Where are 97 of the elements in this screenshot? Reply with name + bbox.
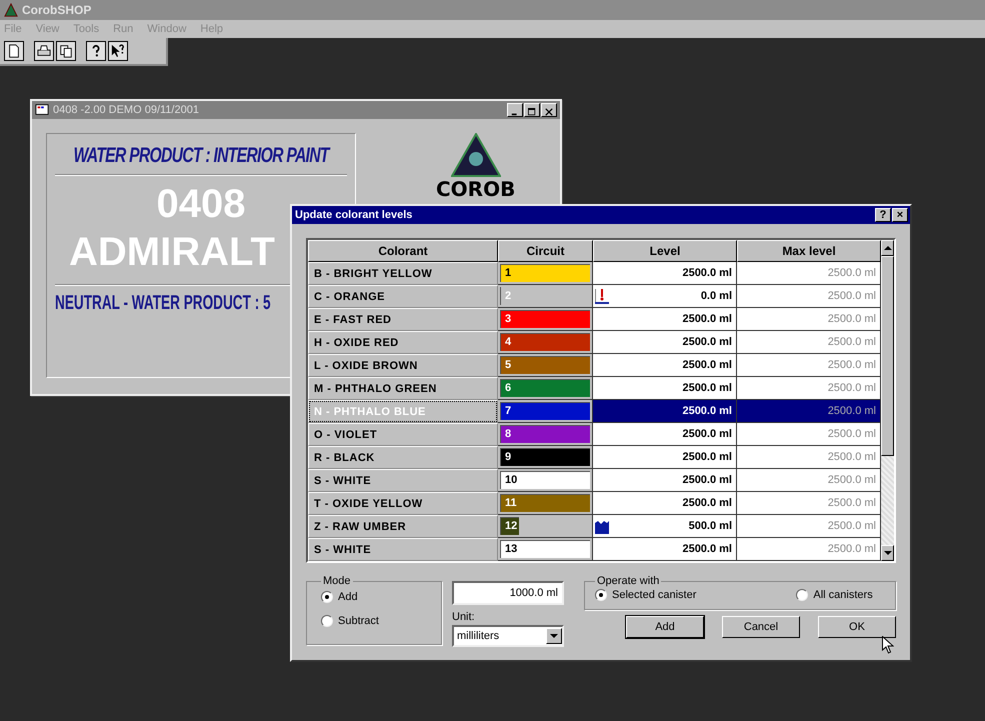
close-button[interactable]: × [892,208,908,222]
max-level-reading: 2500.0 ml [828,359,876,371]
close-button[interactable] [541,103,557,117]
amount-field[interactable]: 1000.0 ml [452,581,564,605]
colorant-cell[interactable]: S - WHITE [308,469,498,492]
window-icon [35,103,49,117]
max-level-reading: 2500.0 ml [828,497,876,509]
level-reading: 2500.0 ml [682,313,732,325]
column-header[interactable]: Circuit [498,240,593,262]
dialog-button[interactable]: Add [626,616,704,638]
colorant-cell[interactable]: O - VIOLET [308,423,498,446]
circuit-number: 7 [504,405,512,417]
colorant-cell[interactable]: T - OXIDE YELLOW [308,492,498,515]
max-level-reading: 2500.0 ml [828,520,876,532]
circuit-number: 12 [504,520,518,532]
level-reading: 2500.0 ml [682,428,732,440]
colorant-cell[interactable]: L - OXIDE BROWN [308,354,498,377]
scroll-up-arrow-icon[interactable] [884,244,892,252]
level-reading: 2500.0 ml [682,382,732,394]
circuit-number: 4 [504,336,512,348]
help-icon[interactable] [86,41,106,61]
max-level-reading: 2500.0 ml [828,405,876,417]
max-level-reading: 2500.0 ml [828,290,876,302]
circuit-number: 13 [504,543,518,555]
level-reading: 2500.0 ml [682,267,732,279]
low-level-icon [594,518,610,534]
maximize-icon [528,108,536,116]
circuit-number: 6 [504,382,512,394]
group-label: Mode [322,575,352,587]
radio-option[interactable]: All canisters [796,589,873,601]
circuit-number: 8 [504,428,512,440]
level-reading: 2500.0 ml [682,336,732,348]
mouse-pointer-icon [882,636,894,654]
max-level-reading: 2500.0 ml [828,267,876,279]
level-reading: 2500.0 ml [682,497,732,509]
max-level-reading: 2500.0 ml [828,474,876,486]
product-base: NEUTRAL - WATER PRODUCT : 5 [55,292,271,315]
circuit-number: 11 [504,497,517,509]
empty-warning-icon [594,288,610,304]
group-label: Operate with [596,575,660,587]
scrollbar[interactable] [881,240,894,561]
copy-icon[interactable] [56,41,76,61]
radio-option[interactable]: Add [321,591,431,603]
circuit-number: 5 [504,359,512,371]
circuit-number: 2 [504,290,512,302]
circuit-number: 1 [504,267,512,279]
window-title: 0408 -2.00 DEMO 09/11/2001 [53,104,200,116]
dialog-title: Update colorant levels [295,209,414,221]
colorant-cell[interactable]: M - PHTHALO GREEN [308,377,498,400]
scroll-down-arrow-icon[interactable] [884,549,892,557]
column-header[interactable]: Level [593,240,737,262]
colorant-cell[interactable]: B - BRIGHT YELLOW [308,262,498,285]
max-level-reading: 2500.0 ml [828,428,876,440]
level-reading: 2500.0 ml [682,543,732,555]
colorant-cell[interactable]: S - WHITE [308,538,498,561]
level-reading: 500.0 ml [688,520,732,532]
circuit-number: 9 [504,451,512,463]
level-reading: 2500.0 ml [682,359,732,371]
triangle-logo-icon [4,3,18,17]
column-header[interactable]: Colorant [308,240,498,262]
new-document-icon[interactable] [4,41,24,61]
radio-option[interactable]: Subtract [321,615,431,627]
max-level-reading: 2500.0 ml [828,382,876,394]
colorant-cell[interactable]: C - ORANGE [308,285,498,308]
unit-dropdown[interactable]: milliliters [452,625,564,647]
max-level-reading: 2500.0 ml [828,543,876,555]
logo-text: COROB [436,177,516,201]
unit-label: Unit: [452,611,476,623]
dialog-button[interactable]: Cancel [722,616,800,638]
level-reading: 0.0 ml [700,290,732,302]
max-level-reading: 2500.0 ml [828,313,876,325]
colorant-cell[interactable]: R - BLACK [308,446,498,469]
level-reading: 2500.0 ml [682,451,732,463]
radio-option[interactable]: Selected canister [595,589,696,601]
printer-icon[interactable] [34,41,54,61]
circuit-number: 3 [504,313,512,325]
max-level-reading: 2500.0 ml [828,336,876,348]
product-name: ADMIRALT [68,229,275,276]
dialog-button[interactable]: OK [818,616,896,638]
colorant-cell[interactable]: E - FAST RED [308,308,498,331]
column-header[interactable]: Max level [737,240,881,262]
minimize-button[interactable] [507,103,523,117]
app-title: CorobSHOP [22,3,92,17]
close-icon [545,108,553,116]
colorant-cell[interactable]: H - OXIDE RED [308,331,498,354]
colorant-cell[interactable]: Z - RAW UMBER [308,515,498,538]
max-level-reading: 2500.0 ml [828,451,876,463]
level-reading: 2500.0 ml [682,405,732,417]
context-help-icon[interactable] [108,41,128,61]
level-reading: 2500.0 ml [682,474,732,486]
dropdown-arrow-icon [550,632,558,640]
circuit-number: 10 [504,474,518,486]
triangle-logo-icon [450,133,501,177]
maximize-button[interactable] [524,103,540,117]
help-button[interactable]: ? [875,208,891,222]
product-type: WATER PRODUCT : INTERIOR PAINT [73,144,329,168]
product-code: 0408 [156,182,246,226]
